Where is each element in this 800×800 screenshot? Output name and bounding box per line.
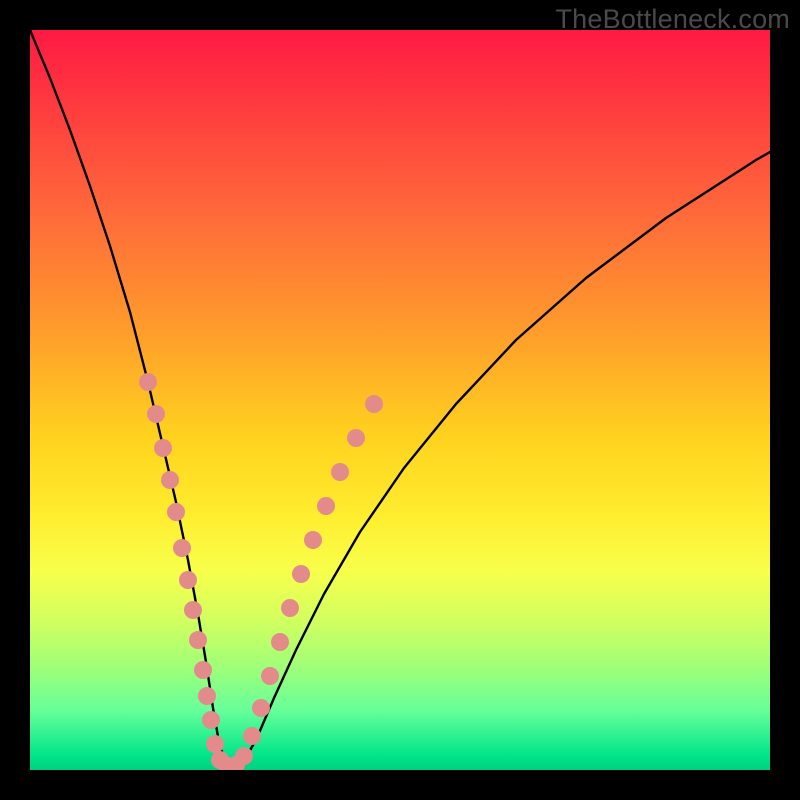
highlight-dot xyxy=(147,405,165,423)
watermark-text: TheBottleneck.com xyxy=(555,4,790,35)
highlight-dot xyxy=(198,687,216,705)
highlight-dots-group xyxy=(139,373,383,770)
highlight-dot xyxy=(243,727,261,745)
highlight-dot xyxy=(173,539,191,557)
highlight-dot xyxy=(167,503,185,521)
highlight-dot xyxy=(292,565,310,583)
highlight-dot xyxy=(235,747,253,765)
highlight-dot xyxy=(154,439,172,457)
highlight-dot xyxy=(304,531,322,549)
chart-frame: TheBottleneck.com xyxy=(0,0,800,800)
highlight-dot xyxy=(189,631,207,649)
highlight-dot xyxy=(139,373,157,391)
bottleneck-curve xyxy=(30,30,770,766)
highlight-dot xyxy=(317,497,335,515)
highlight-dot xyxy=(365,395,383,413)
highlight-dot xyxy=(252,699,270,717)
highlight-dot xyxy=(161,471,179,489)
highlight-dot xyxy=(206,735,224,753)
highlight-dot xyxy=(179,571,197,589)
highlight-dot xyxy=(347,429,365,447)
highlight-dot xyxy=(261,667,279,685)
highlight-dot xyxy=(271,633,289,651)
highlight-dot xyxy=(184,601,202,619)
highlight-dot xyxy=(281,599,299,617)
chart-plot-area xyxy=(30,30,770,770)
highlight-dot xyxy=(331,463,349,481)
highlight-dot xyxy=(202,711,220,729)
highlight-dot xyxy=(194,661,212,679)
chart-svg xyxy=(30,30,770,770)
